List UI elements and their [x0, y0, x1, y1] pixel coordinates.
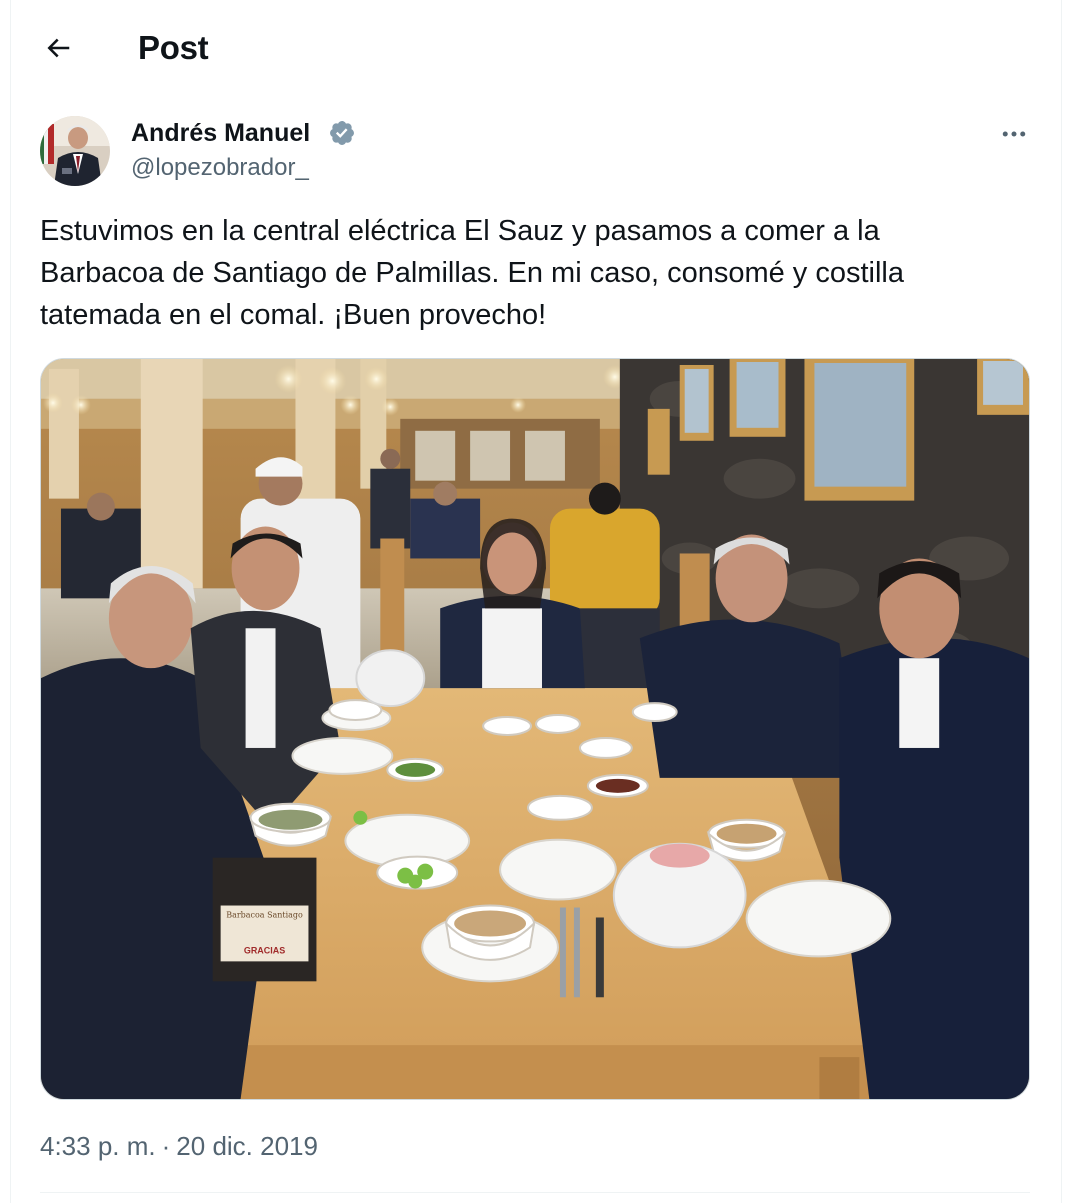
- napkin-sign-thanks: GRACIAS: [244, 945, 285, 955]
- avatar[interactable]: [40, 116, 110, 186]
- photo-restaurant-table: Barbacoa Santiago GRACIAS: [41, 359, 1029, 1099]
- timestamp-separator: ·: [161, 1131, 171, 1161]
- arrow-left-icon: [47, 38, 70, 58]
- back-button[interactable]: [36, 26, 80, 70]
- more-options-button[interactable]: [994, 114, 1034, 154]
- author-handle[interactable]: @lopezobrador_: [131, 152, 309, 184]
- post-header: Post: [0, 0, 1080, 96]
- verified-badge-icon: [328, 119, 356, 147]
- post-time: 4:33 p. m.: [40, 1131, 156, 1161]
- napkin-sign-title: Barbacoa Santiago: [226, 910, 303, 919]
- post-date: 20 dic. 2019: [176, 1131, 318, 1161]
- more-dots-icon: [1002, 131, 1026, 137]
- page-title: Post: [138, 29, 209, 66]
- post-timestamp[interactable]: 4:33 p. m. · 20 dic. 2019: [40, 1128, 318, 1164]
- divider: [40, 1192, 1030, 1193]
- tweet-text: Estuvimos en la central eléctrica El Sau…: [40, 215, 904, 331]
- author-name[interactable]: Andrés Manuel: [131, 116, 310, 150]
- tweet-photo[interactable]: Barbacoa Santiago GRACIAS: [40, 358, 1030, 1100]
